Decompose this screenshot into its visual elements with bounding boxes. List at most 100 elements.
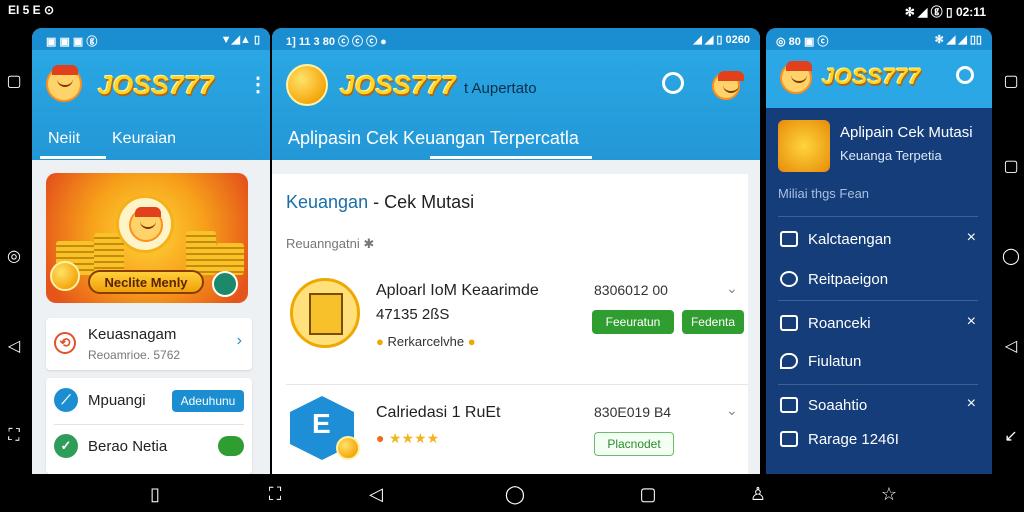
chevron-right-icon[interactable]: › (237, 332, 242, 350)
promo-banner[interactable]: Neclite Menly (46, 173, 248, 303)
app-icon (290, 278, 360, 348)
drawer-item[interactable]: Reitpaeigon (778, 268, 978, 294)
content-card: Keuangan - Cek Mutasi Reuanngatni ✱ Aplo… (272, 174, 748, 474)
status-left: ◎ 80 ▣ ⓒ (776, 36, 829, 48)
status-right: ✻ ◢ ◢ ▯▯ (934, 34, 982, 46)
row-action-button[interactable]: Adeuhunu (172, 390, 244, 412)
person-icon[interactable]: ♙ (746, 482, 770, 506)
banner-button[interactable]: Neclite Menly (88, 270, 204, 294)
app-panel-drawer: ◎ 80 ▣ ⓒ ✻ ◢ ◢ ▯▯ JOSS777 Aplipain Cek M… (766, 28, 992, 474)
list-item-title: Keuasnagam (88, 326, 177, 343)
chart-icon: ⟋ (54, 388, 78, 412)
search-icon[interactable] (956, 66, 974, 84)
drawer-item[interactable]: Fiulatun (778, 350, 978, 376)
heart-icon (780, 271, 798, 287)
back-arrow-key-icon[interactable]: ↙ (1000, 425, 1022, 447)
drawer-item[interactable]: Soaahtio × (778, 394, 978, 420)
mail-icon (780, 315, 798, 331)
brand-title: JOSS777 (340, 70, 457, 100)
app-subtitle: 47135 2ßS (376, 306, 450, 323)
chevron-down-icon[interactable]: ⌄ (726, 280, 738, 297)
drawer-item-label: Roanceki (808, 315, 871, 332)
screenshot-key-icon[interactable]: ⛶ (3, 425, 25, 447)
status-right-text: ✻ ◢ ⓖ ▯ 02:11 (904, 5, 986, 19)
home-key-icon[interactable]: ◎ (3, 245, 25, 267)
app-action-button[interactable]: Placnodet (594, 432, 674, 456)
recents-key-icon[interactable]: ▢ (1000, 70, 1022, 92)
home-key-icon[interactable]: ◯ (1000, 245, 1022, 267)
drawer-item[interactable]: Rarage 1246I (778, 428, 978, 454)
star-outline-icon[interactable]: ☆ (877, 482, 901, 506)
drawer-item-label: Kalctaengan (808, 231, 892, 248)
close-icon[interactable]: × (967, 229, 976, 247)
letter-e-icon: E (312, 408, 331, 439)
mascot-logo-icon (46, 65, 82, 102)
app-panel-home: ▣ ▣ ▣ ⓖ ▼◢▲ ▯ JOSS777 ⋮ Neiit Keuraian N… (32, 28, 270, 474)
brand-title: JOSS777 (822, 64, 921, 89)
status-left-text: EI 5 E ⊙ (8, 3, 55, 17)
status-right: ◢ ◢ ▯ 0260 (693, 34, 750, 46)
app-list-item[interactable]: Aploarl IoM Keaarimde 47135 2ßS ● Rerkar… (272, 262, 748, 384)
screenshot-icon[interactable]: ⛶ (263, 482, 287, 506)
list-item[interactable]: ⟲ Keuasnagam Reoamrioe. 5762 › (46, 318, 252, 370)
back-key-icon[interactable]: ◁ (3, 335, 25, 357)
status-left: ▣ ▣ ▣ ⓖ (46, 36, 98, 48)
brand-subtitle: t Aupertato (464, 80, 537, 97)
recents-key-icon[interactable]: ▢ (3, 70, 25, 92)
checkbox-icon (780, 431, 798, 447)
panel-status-bar: 1] 11 3 80 ⓒ ⓒ ⓒ ● ◢ ◢ ▯ 0260 (272, 28, 760, 50)
drawer-app-subtitle: Keuanga Terpetia (840, 148, 942, 163)
mascot-badge-icon (116, 195, 174, 253)
panel-status-bar: ▣ ▣ ▣ ⓖ ▼◢▲ ▯ (32, 28, 270, 50)
close-icon[interactable]: × (967, 313, 976, 331)
home-icon[interactable]: ◯ (503, 482, 527, 506)
app-title: Aploarl IoM Keaarimde (376, 282, 539, 299)
bottom-nav-bar: ▯ ⛶ ◁ ◯ ▢ ♙ ☆ (0, 474, 1024, 512)
square-icon[interactable]: ▢ (636, 482, 660, 506)
tab-home[interactable]: Neiit (48, 130, 80, 148)
coin-icon: ● (376, 334, 384, 349)
close-icon[interactable]: × (967, 395, 976, 413)
coin-icon (336, 436, 360, 460)
refresh-icon[interactable] (212, 271, 238, 297)
rating-stars: ★★★★ (388, 430, 440, 446)
back-icon[interactable]: ◁ (364, 482, 388, 506)
tagline: Aplipasin Cek Keuangan Terpercatla (288, 128, 579, 148)
panel-status-bar: ◎ 80 ▣ ⓒ ✻ ◢ ◢ ▯▯ (766, 28, 992, 50)
chevron-down-icon[interactable]: ⌄ (726, 402, 738, 419)
app-list-item[interactable]: E Calriedasi 1 RuEt ● ★★★★ 830E019 B4 ⌄ … (272, 386, 748, 474)
folder-icon (780, 397, 798, 413)
back-key-icon[interactable]: ◁ (1000, 335, 1022, 357)
toggle-switch[interactable] (218, 436, 244, 456)
tab-finance[interactable]: Keuraian (112, 130, 176, 148)
coin-icon: ● (467, 334, 476, 349)
coin-stack (186, 231, 216, 275)
screen: EI 5 E ⊙ ✻ ◢ ⓖ ▯ 02:11 ▢ ◎ ◁ ⛶ ▢ ▢ ◯ ◁ ↙… (0, 0, 1024, 512)
document-icon (309, 293, 343, 335)
section-subtitle: Reuanngatni ✱ (286, 236, 375, 251)
mascot-avatar-icon[interactable] (712, 71, 744, 100)
right-nav-keys: ▢ ▢ ◯ ◁ ↙ (998, 30, 1024, 470)
overflow-menu-icon[interactable]: ⋮ (248, 72, 268, 97)
left-nav-keys: ▢ ◎ ◁ ⛶ (0, 30, 28, 470)
app-panel-main: 1] 11 3 80 ⓒ ⓒ ⓒ ● ◢ ◢ ▯ 0260 JOSS777 t … (272, 28, 760, 474)
drawer-item[interactable]: Kalctaengan × (778, 228, 978, 254)
drawer-item-label: Rarage 1246I (808, 431, 899, 448)
search-icon[interactable] (662, 72, 684, 94)
app-action-button[interactable]: Feeuratun (592, 310, 674, 334)
divider (778, 384, 978, 385)
drawer-item[interactable]: Roanceki × (778, 312, 978, 338)
list-card: ⟋ Mpuangi Adeuhunu ✓ Berao Netia (46, 378, 252, 474)
recents-icon[interactable]: ▯ (143, 482, 167, 506)
mail-icon (780, 231, 798, 247)
rating-dot-icon: ● (376, 430, 385, 446)
drawer-app-title: Aplipain Cek Mutasi (840, 124, 973, 141)
mascot-icon (129, 207, 163, 242)
app-action-button[interactable]: Fedenta (682, 310, 744, 334)
square-key-icon[interactable]: ▢ (1000, 155, 1022, 177)
drawer-section-label: Miliai thgs Fean (778, 186, 870, 201)
app-meta-text: Rerkarcelvhe (387, 334, 465, 349)
shield-icon: ✓ (54, 434, 78, 458)
drawer-item-label: Fiulatun (808, 353, 862, 370)
section-title: Keuangan - Cek Mutasi (286, 192, 474, 213)
